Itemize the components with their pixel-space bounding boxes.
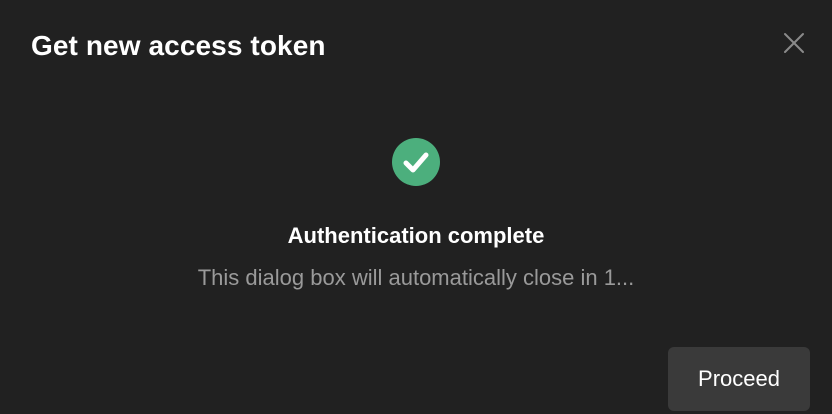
dialog-title: Get new access token [31,30,326,61]
status-heading: Authentication complete [287,223,545,248]
access-token-dialog: Get new access token Authentication comp… [0,0,832,414]
status-content: Authentication complete This dialog box … [0,138,832,290]
proceed-button[interactable]: Proceed [668,347,810,411]
check-circle-icon [392,138,440,186]
close-button[interactable] [778,27,810,59]
close-icon [784,33,804,53]
status-message: This dialog box will automatically close… [197,265,635,290]
